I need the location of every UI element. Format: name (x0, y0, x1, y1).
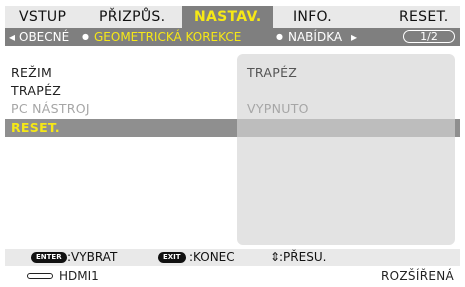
enter-key-icon: ENTER (31, 252, 67, 263)
subtab-bullet-icon: ● (276, 32, 283, 41)
subtab-bar: ◂ OBECNÉ ● GEOMETRICKÁ KOREKCE ● NABÍDKA… (5, 28, 460, 46)
menu-item-label: TRAPÉZ (11, 83, 62, 98)
tab-reset[interactable]: RESET. (399, 6, 448, 28)
help-exit-text: :KONEC (189, 250, 235, 264)
scroll-left-arrow-icon[interactable]: ◂ (9, 28, 15, 46)
menu-item-label: REŽIM (11, 65, 53, 80)
menu-item-trapez[interactable]: TRAPÉZ (5, 82, 460, 100)
subtab-geometricka-korekce[interactable]: GEOMETRICKÁ KOREKCE (94, 28, 241, 46)
menu-item-pc-nastroj: PC NÁSTROJ VYPNUTO (5, 100, 460, 118)
subtab-nabidka[interactable]: NABÍDKA (288, 28, 342, 46)
help-bar: ENTER :VYBRAT EXIT :KONEC ⇕ :PŘESU. (5, 249, 460, 266)
subtab-obecne[interactable]: OBECNÉ (19, 28, 69, 46)
tab-prizpus[interactable]: PŘIZPŮS. (99, 6, 165, 28)
menu-mode: ROZŠÍŘENÁ (381, 269, 454, 283)
tab-info[interactable]: INFO. (293, 6, 332, 28)
hdmi-input-icon (27, 273, 53, 279)
selected-value-highlight (237, 119, 455, 137)
top-tab-bar: VSTUP PŘIZPŮS. NASTAV. INFO. RESET. (5, 6, 460, 28)
projector-osd-menu: VSTUP PŘIZPŮS. NASTAV. INFO. RESET. ◂ OB… (0, 0, 465, 287)
exit-key-icon: EXIT (158, 252, 186, 263)
tab-vstup[interactable]: VSTUP (19, 6, 66, 28)
page-indicator: 1/2 (403, 30, 455, 43)
menu-item-value: VYPNUTO (247, 101, 309, 116)
menu-item-reset[interactable]: RESET. (5, 119, 460, 137)
menu-item-label: PC NÁSTROJ (11, 101, 90, 116)
help-enter-text: :VYBRAT (67, 250, 118, 264)
status-footer: HDMI1 ROZŠÍŘENÁ (5, 268, 460, 285)
subtab-bullet-icon: ● (82, 32, 89, 41)
menu-item-label: RESET. (11, 120, 60, 135)
tab-nastav[interactable]: NASTAV. (182, 6, 274, 28)
menu-item-value: TRAPÉZ (247, 65, 298, 80)
input-source: HDMI1 (59, 269, 99, 283)
menu-content: REŽIM TRAPÉZ TRAPÉZ PC NÁSTROJ VYPNUTO R… (5, 46, 460, 245)
help-move-text: :PŘESU. (279, 250, 327, 264)
menu-item-rezim[interactable]: REŽIM TRAPÉZ (5, 64, 460, 82)
scroll-right-arrow-icon[interactable]: ▸ (351, 28, 357, 46)
